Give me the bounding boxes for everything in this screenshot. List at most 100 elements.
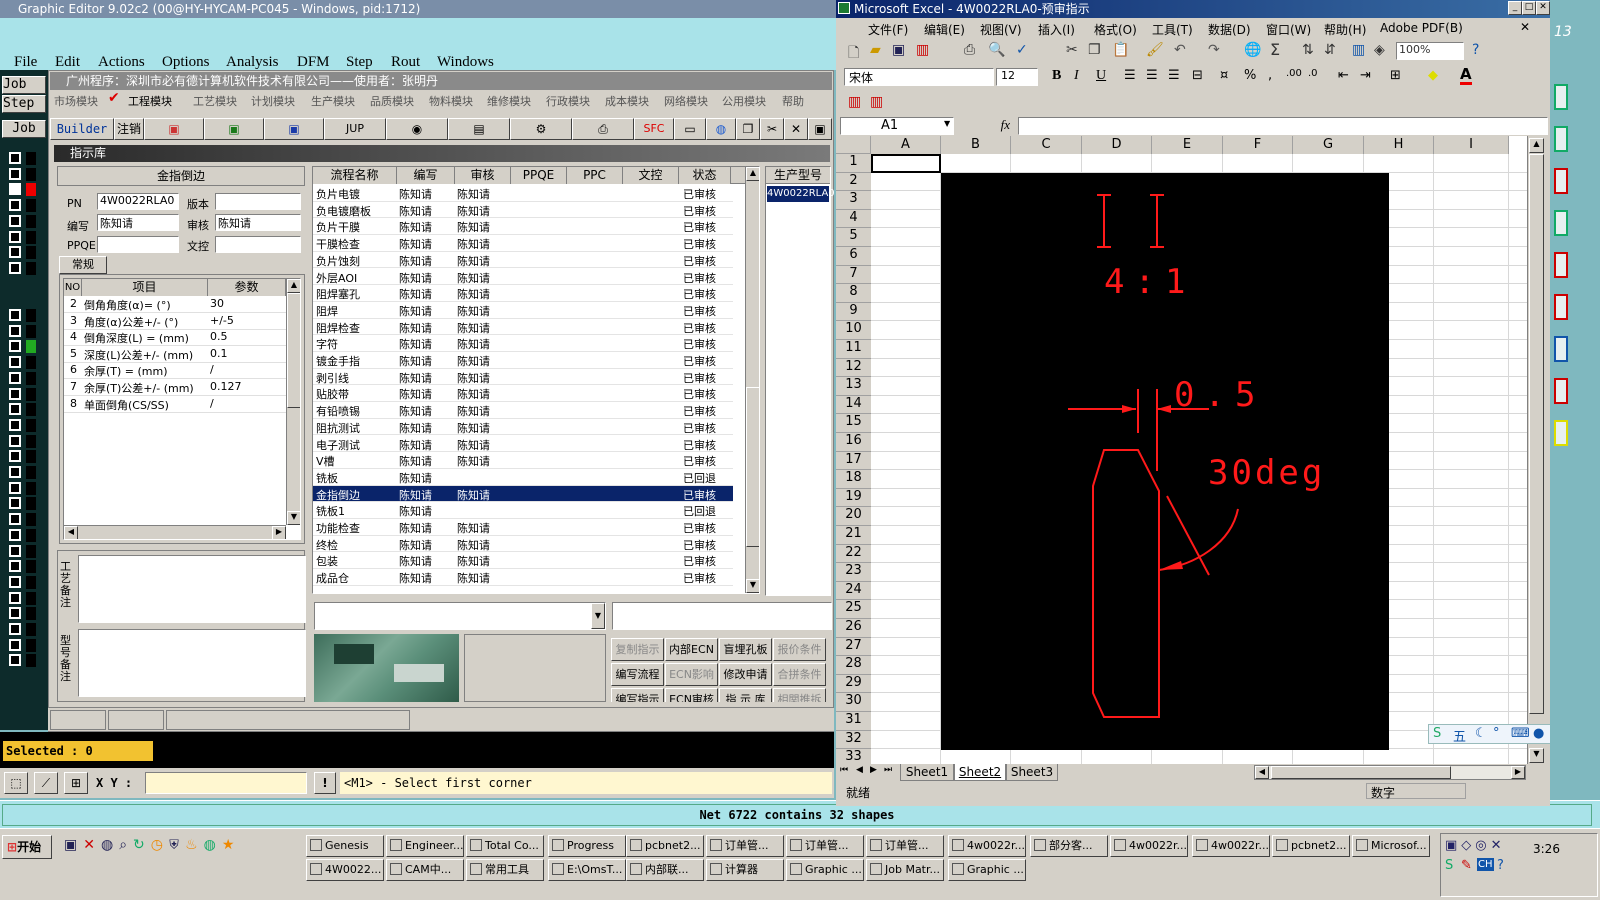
ppqe-field[interactable] [97, 236, 179, 253]
taskbar-button[interactable]: Microsof... [1352, 835, 1430, 857]
action-button[interactable]: 合拼条件 [773, 663, 826, 686]
action-button[interactable]: 盲埋孔板 [719, 638, 772, 661]
flow-row[interactable]: 阻焊塞孔 陈知请 陈知请 已审核 [313, 285, 733, 302]
user-icon[interactable]: ● [1533, 726, 1544, 741]
excel-icon[interactable]: ▣ [204, 118, 264, 140]
action-button[interactable]: 报价条件 [773, 638, 826, 661]
layer-toggle[interactable] [9, 246, 21, 259]
format-painter-icon[interactable]: 🖌 [1146, 42, 1164, 58]
shield-icon[interactable]: ⛨ [169, 837, 185, 853]
row-header[interactable]: 28 [836, 656, 871, 675]
model-list-item[interactable]: 4W0022RLA0 [767, 186, 835, 202]
pdf-email-icon[interactable]: ▥ [870, 94, 883, 110]
taskbar-button[interactable]: Genesis [306, 835, 384, 857]
menu-file[interactable]: File [14, 54, 37, 71]
column-header[interactable]: E [1152, 136, 1223, 154]
print-icon[interactable]: ⎙ [964, 42, 975, 58]
xl-titlebar[interactable]: Microsoft Excel - 4W0022RLA0-预审指示 [836, 0, 1550, 18]
menu-rout[interactable]: Rout [391, 54, 420, 71]
minimize-icon[interactable]: _ [1508, 1, 1522, 15]
layer-toggle[interactable] [9, 607, 21, 620]
row-header[interactable]: 15 [836, 414, 871, 433]
tab-next-icon[interactable]: ▶ [870, 765, 877, 775]
tray-network-icon[interactable]: ▣◇◎✕ [1445, 838, 1506, 853]
warning-icon[interactable]: ! [314, 772, 336, 794]
row-header[interactable]: 12 [836, 358, 871, 378]
row-header[interactable]: 1 [836, 154, 871, 173]
measure-tool-icon[interactable]: ⟋ [34, 772, 58, 794]
flow-row[interactable]: V槽 陈知请 陈知请 已审核 [313, 452, 733, 469]
column-header[interactable]: C [1011, 136, 1082, 154]
flow-combo[interactable]: ▼ [314, 602, 606, 630]
select-all-corner[interactable] [836, 136, 871, 154]
flow-row[interactable]: 剥引线 陈知请 陈知请 已审核 [313, 369, 733, 386]
row-header[interactable]: 7 [836, 265, 871, 285]
row-header[interactable]: 9 [836, 302, 871, 322]
size-combo[interactable]: 12 [996, 68, 1038, 86]
layer-toggle[interactable] [9, 623, 21, 635]
layer-toggle[interactable] [9, 183, 21, 196]
module-quality[interactable]: 品质模块 [370, 93, 414, 109]
word-icon[interactable]: ▣ [264, 118, 324, 140]
sheet-vscroll[interactable]: ▲ ▼ [1527, 136, 1544, 764]
fill-color-icon[interactable]: ◆ [1428, 68, 1438, 83]
panel-titlebar[interactable]: 指示库 [54, 145, 830, 162]
globe-icon[interactable]: ◍ [706, 118, 736, 140]
new-icon[interactable]: 🗋 [848, 42, 859, 66]
start-button[interactable]: ⊞开始 [2, 835, 52, 859]
model-list[interactable]: 生产型号 4W0022RLA0 [765, 166, 835, 596]
row-header[interactable]: 16 [836, 433, 871, 452]
remark-process-field[interactable] [78, 555, 306, 623]
model-input[interactable] [612, 602, 832, 630]
xl-menu-item[interactable]: Adobe PDF(B) [1380, 21, 1463, 35]
flow-row[interactable]: 阻焊检查 陈知请 陈知请 已审核 [313, 319, 733, 336]
help-icon[interactable]: ? [1472, 42, 1479, 58]
tab-last-icon[interactable]: ⏭ [884, 765, 892, 775]
layer-toggle[interactable] [9, 434, 21, 447]
layer-toggle[interactable] [9, 214, 21, 227]
layer-toggle[interactable] [9, 371, 21, 384]
hyperlink-icon[interactable]: 🌐 [1244, 42, 1261, 58]
menu-analysis[interactable]: Analysis [226, 54, 279, 71]
tab-first-icon[interactable]: ⏮ [840, 765, 848, 775]
maximize-icon[interactable]: □ [1522, 1, 1536, 15]
row-header[interactable]: 14 [836, 395, 871, 415]
flow-row[interactable]: 贴胶带 陈知请 陈知请 已审核 [313, 385, 733, 403]
xl-menu-item[interactable]: 格式(O) [1094, 21, 1137, 38]
column-header[interactable]: B [941, 136, 1011, 154]
cut-icon[interactable]: ✂ [1066, 42, 1078, 58]
jup-button[interactable]: JUP [324, 118, 386, 140]
row-header[interactable]: 20 [836, 507, 871, 526]
row-header[interactable]: 26 [836, 619, 871, 638]
taskbar-button[interactable]: 常用工具 [466, 859, 544, 881]
layer-toggle[interactable] [9, 230, 21, 243]
taskbar-button[interactable]: Graphic ... [948, 859, 1026, 881]
taskbar-button[interactable]: Graphic ... [786, 859, 864, 881]
menu-actions[interactable]: Actions [98, 54, 145, 71]
wk-field[interactable] [215, 236, 301, 253]
module-network[interactable]: 网络模块 [664, 93, 708, 109]
flow-row[interactable]: 干膜检查 陈知请 陈知请 已审核 [313, 235, 733, 252]
sheet-vscroll-thumb[interactable] [1529, 154, 1544, 714]
copy-icon[interactable]: ❐ [736, 118, 760, 140]
version-field[interactable] [215, 193, 301, 210]
scroll-up-icon[interactable]: ▲ [1529, 138, 1544, 153]
layer-toggle[interactable] [9, 387, 21, 400]
ie-icon[interactable]: ◍ [101, 837, 119, 853]
desktop-shortcut-icon[interactable] [1554, 420, 1568, 446]
logout-button[interactable]: 注销 [114, 118, 144, 140]
desktop-shortcut-icon[interactable] [1554, 126, 1568, 152]
flow-row[interactable]: 负片蚀刻 陈知请 陈知请 已审核 [313, 252, 733, 269]
sort-asc-icon[interactable]: ⇅ [1302, 42, 1314, 58]
layer-toggle[interactable] [9, 591, 21, 604]
params-grid[interactable]: NO 项目 参数 2 倒角角度(α)= (°) 30 3 角度(α)公差+/- (°) +… [63, 278, 301, 540]
taskbar-button[interactable]: Total Co... [466, 835, 544, 857]
zoom-combo[interactable]: 100% [1396, 42, 1464, 60]
ime-mode-icon[interactable]: 五 [1453, 726, 1466, 745]
scroll-left-icon[interactable]: ◀ [1255, 766, 1269, 779]
printer-icon[interactable]: ⎙ [572, 118, 634, 140]
flow-row[interactable]: 功能检查 陈知请 陈知请 已审核 [313, 519, 733, 536]
row-header[interactable]: 24 [836, 581, 871, 601]
star-icon[interactable]: ★ [222, 837, 241, 853]
row-header[interactable]: 27 [836, 637, 871, 657]
